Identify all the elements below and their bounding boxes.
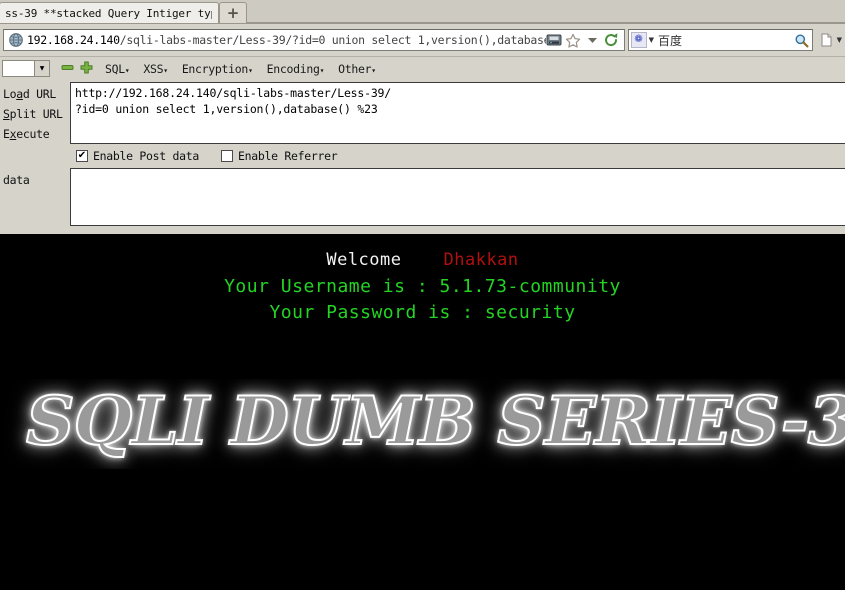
reload-icon[interactable]	[603, 32, 620, 49]
post-data-textarea[interactable]	[70, 168, 845, 226]
new-tab-button[interactable]: +	[219, 2, 247, 23]
dhakkan-text: Dhakkan	[443, 250, 519, 270]
tab-title: ss-39 **stacked Query Intiger typ···	[5, 6, 212, 20]
hackbar-fields: http://192.168.24.140/sqli-labs-master/L…	[70, 80, 845, 228]
hackbar-add-remove-icons	[61, 61, 93, 77]
menu-encryption[interactable]: Encryption▾	[182, 62, 253, 76]
banner-area: SQLI DUMB SERIES-39	[0, 379, 845, 469]
hackbar-profile-select[interactable]: ▼	[2, 60, 50, 77]
menu-sql-caret: ▾	[124, 65, 130, 75]
welcome-heading: Welcome Dhakkan	[0, 234, 845, 270]
menu-encoding-label: Encoding	[266, 61, 320, 76]
tab-strip: ss-39 **stacked Query Intiger typ··· +	[0, 0, 845, 24]
split-url-button[interactable]: Split URL	[0, 104, 70, 124]
magnifier-icon[interactable]	[793, 32, 810, 49]
menu-other-label: Other	[338, 61, 372, 76]
welcome-text: Welcome	[326, 250, 402, 270]
post-data-label: data	[3, 173, 30, 187]
menu-sql[interactable]: SQL▾	[105, 61, 130, 76]
address-bar-icons	[546, 32, 622, 49]
load-url-button[interactable]: Load URL	[0, 84, 70, 104]
tab-strip-empty-area	[247, 0, 845, 23]
chevron-down-icon[interactable]	[584, 32, 601, 49]
enable-post-data-label: Enable Post data	[93, 149, 199, 163]
execute-label-post: ecute	[16, 127, 50, 141]
add-icon[interactable]	[80, 61, 93, 77]
menu-encryption-label: Encryption	[181, 61, 249, 76]
enable-referrer-checkbox[interactable]	[220, 150, 233, 162]
hackbar-body: Load URL Split URL Execute data http://1…	[0, 80, 845, 228]
hackbar-menu-row: ▼ SQL▾ XSS▾ Encryption▾ Encoding▾ Other▾	[0, 57, 845, 80]
page-actions-icon[interactable]	[819, 32, 836, 49]
sqli-dumb-series-banner: SQLI DUMB SERIES-39	[25, 381, 845, 461]
url-textarea[interactable]: http://192.168.24.140/sqli-labs-master/L…	[70, 82, 845, 144]
enable-referrer-label: Enable Referrer	[237, 149, 338, 163]
select-arrow-icon[interactable]: ▼	[34, 61, 49, 76]
browser-window: ss-39 **stacked Query Intiger typ··· + 1…	[0, 0, 845, 234]
execute-button[interactable]: Execute	[0, 124, 70, 144]
execute-label-pre: E	[3, 127, 10, 141]
url-host: 192.168.24.140	[27, 33, 120, 47]
address-bar[interactable]: 192.168.24.140/sqli-labs-master/Less-39/…	[3, 29, 625, 51]
menu-xss[interactable]: XSS▾	[143, 61, 168, 76]
baidu-paw-icon[interactable]: ❁	[630, 32, 647, 48]
toolbar-right-buttons: ▼	[816, 32, 842, 49]
search-engine-caret[interactable]: ▼	[649, 36, 654, 44]
navigation-toolbar: 192.168.24.140/sqli-labs-master/Less-39/…	[0, 24, 845, 56]
menu-xss-label: XSS	[143, 61, 164, 76]
password-line: Your Password is : security	[269, 302, 576, 323]
menu-xss-caret: ▾	[163, 65, 168, 75]
page-content: Welcome Dhakkan Your Username is : 5.1.73…	[0, 234, 845, 552]
hackbar-actions: Load URL Split URL Execute data	[0, 80, 70, 228]
search-bar[interactable]: ❁ ▼ 百度	[627, 29, 813, 51]
globe-icon	[8, 32, 24, 48]
save-page-icon[interactable]	[546, 32, 563, 49]
address-bar-text: 192.168.24.140/sqli-labs-master/Less-39/…	[27, 33, 546, 47]
browser-tab[interactable]: ss-39 **stacked Query Intiger typ···	[0, 2, 219, 23]
enable-post-data-checkbox[interactable]: ✔	[76, 150, 88, 162]
split-url-accesskey: S	[3, 107, 10, 121]
load-url-accesskey: a	[16, 87, 23, 101]
load-url-label-post: d URL	[22, 87, 56, 101]
menu-sql-label: SQL	[105, 61, 125, 76]
hackbar-checkbox-row: ✔ Enable Post data Enable Referrer	[70, 144, 845, 168]
toolbar-overflow-caret[interactable]: ▼	[837, 36, 842, 44]
bookmark-star-icon[interactable]	[565, 32, 582, 49]
menu-encoding-caret: ▾	[319, 65, 325, 75]
menu-other[interactable]: Other▾	[338, 62, 376, 76]
split-url-label-post: plit URL	[9, 107, 63, 121]
url-path: /sqli-labs-master/Less-39/?id=0 union se…	[119, 33, 546, 47]
menu-other-caret: ▾	[371, 65, 376, 75]
remove-icon[interactable]	[61, 61, 74, 77]
username-line: Your Username is : 5.1.73-community	[224, 276, 621, 297]
menu-encoding[interactable]: Encoding▾	[267, 62, 325, 76]
menu-encryption-caret: ▾	[248, 65, 253, 75]
load-url-label-pre: Lo	[3, 87, 17, 101]
hackbar-toolbar: ▼ SQL▾ XSS▾ Encryption▾ Encoding▾ Other▾	[0, 56, 845, 234]
search-input[interactable]: 百度	[658, 32, 793, 49]
